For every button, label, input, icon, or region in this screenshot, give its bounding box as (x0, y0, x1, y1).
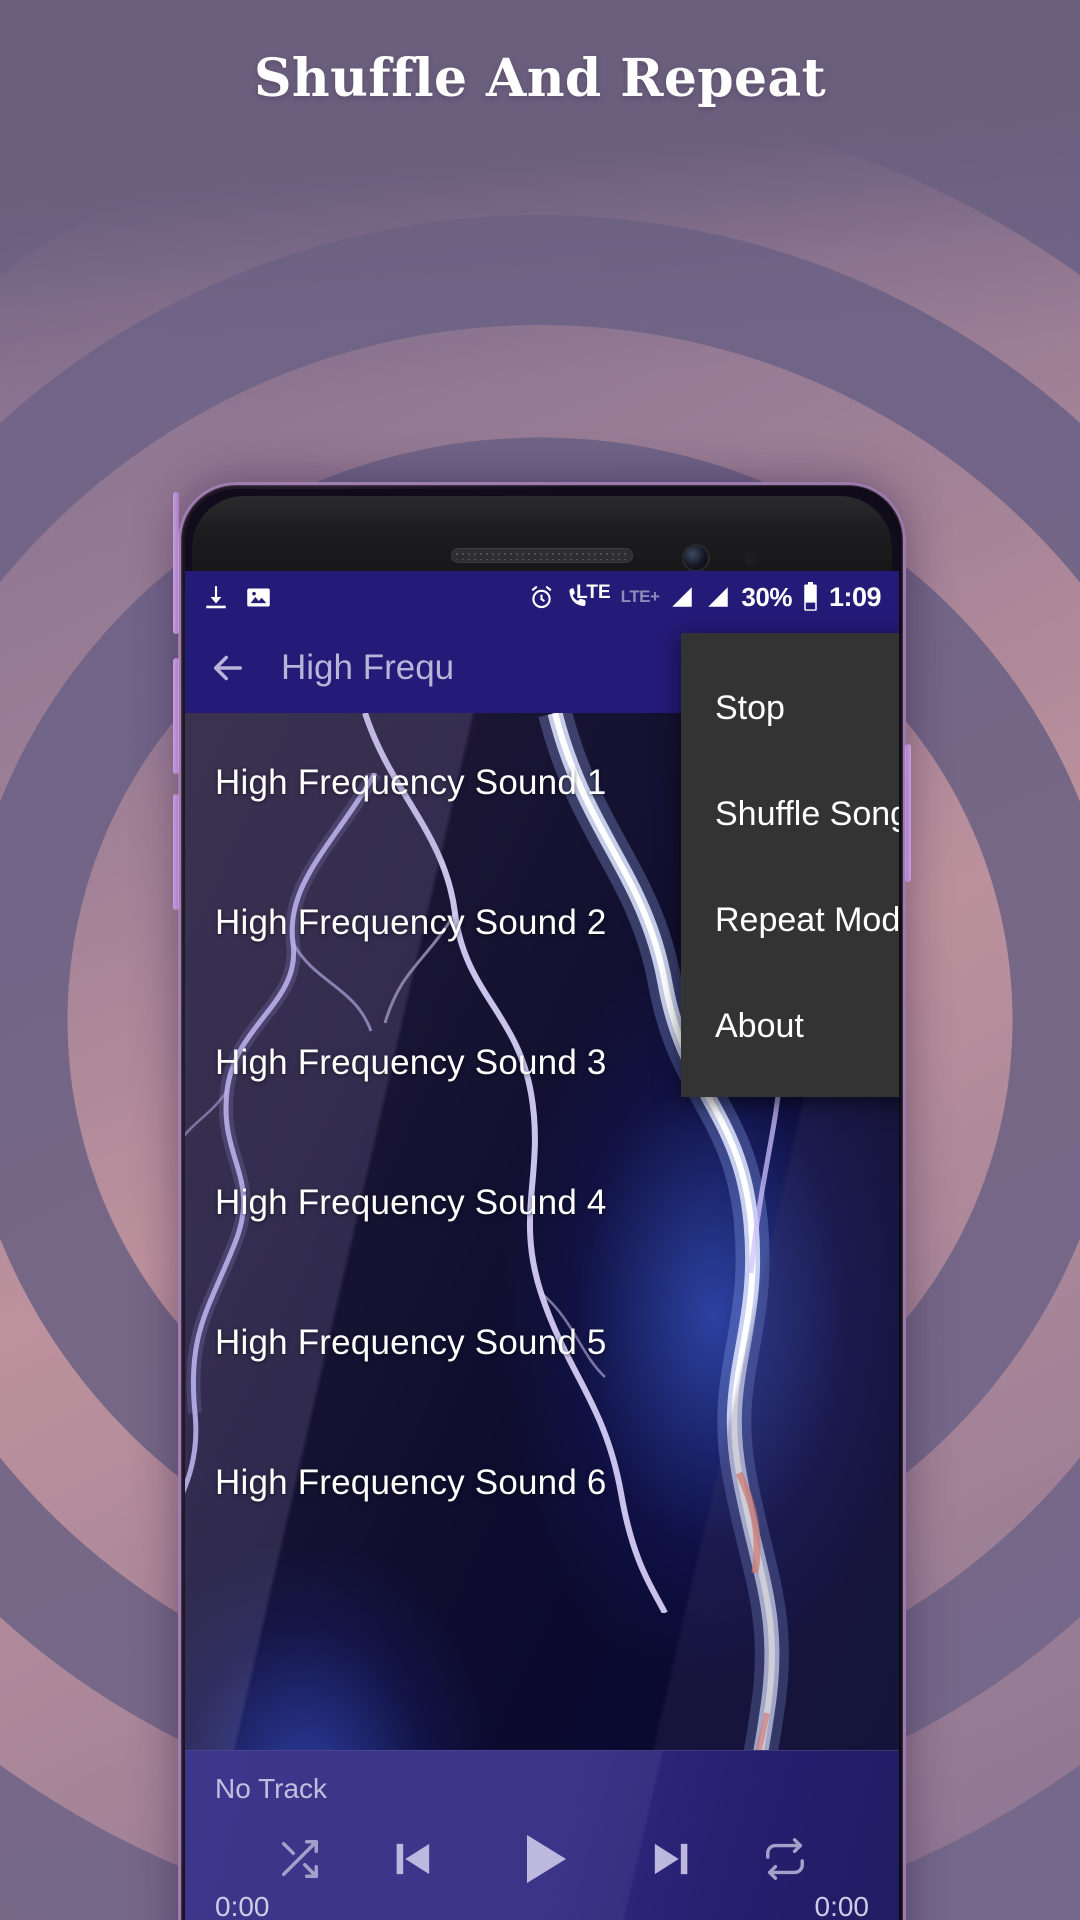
back-arrow-icon[interactable] (197, 637, 259, 699)
play-icon[interactable] (506, 1823, 578, 1895)
menu-item-shuffle-songs[interactable]: Shuffle Songs (681, 761, 899, 867)
lte-plus-label: LTE+ (620, 587, 660, 606)
bixby-button[interactable] (173, 492, 179, 634)
total-time-label: 0:00 (814, 1891, 870, 1920)
volume-up-button[interactable] (173, 658, 179, 774)
menu-item-about[interactable]: About (681, 973, 899, 1079)
elapsed-time-label: 0:00 (215, 1891, 270, 1920)
screen-content: LTE LTE+ 30% 1:09 High Frequ High Freque… (185, 571, 899, 1920)
status-bar-left (203, 583, 272, 611)
overflow-menu[interactable]: Stop Shuffle Songs Repeat Mode About (681, 633, 899, 1097)
page-title: Shuffle And Repeat (253, 48, 827, 109)
player-bar: No Track 0:00 0:00 (185, 1750, 899, 1920)
list-item-label: High Frequency Sound 3 (215, 1043, 607, 1082)
list-item[interactable]: High Frequency Sound 4 (185, 1133, 899, 1273)
menu-item-label: Stop (715, 688, 785, 727)
alarm-icon (528, 584, 555, 611)
track-title-label: No Track (215, 1773, 328, 1804)
list-item-label: High Frequency Sound 2 (215, 903, 607, 942)
shuffle-icon[interactable] (276, 1836, 322, 1882)
list-item-label: High Frequency Sound 4 (215, 1183, 607, 1222)
list-item[interactable]: High Frequency Sound 5 (185, 1273, 899, 1413)
phone-mockup: LTE LTE+ 30% 1:09 High Frequ High Freque… (173, 482, 911, 1920)
earpiece-mesh (454, 551, 630, 560)
download-icon (203, 583, 229, 611)
earpiece-speaker-icon (451, 548, 633, 563)
menu-item-label: About (715, 1006, 804, 1045)
volume-down-button[interactable] (173, 794, 179, 910)
signal-bar-icon-1 (669, 584, 695, 610)
call-lte-icon: LTE (565, 582, 611, 611)
menu-item-label: Shuffle Songs (715, 794, 899, 833)
list-item-label: High Frequency Sound 6 (215, 1463, 607, 1502)
menu-item-label: Repeat Mode (715, 900, 899, 939)
transport-controls (185, 1823, 899, 1895)
app-bar-title: High Frequ (281, 648, 455, 687)
phone-top-bezel (192, 496, 892, 578)
list-item-label: High Frequency Sound 1 (215, 763, 607, 802)
battery-icon (802, 582, 819, 612)
list-item-label: High Frequency Sound 5 (215, 1323, 607, 1362)
next-icon[interactable] (644, 1833, 696, 1885)
battery-percent-label: 30% (741, 581, 792, 612)
menu-item-repeat-mode[interactable]: Repeat Mode (681, 867, 899, 973)
clock-label: 1:09 (828, 581, 882, 612)
repeat-icon[interactable] (762, 1836, 808, 1882)
menu-item-stop[interactable]: Stop (681, 655, 899, 761)
proximity-sensor-icon (744, 552, 758, 566)
status-bar: LTE LTE+ 30% 1:09 (185, 571, 899, 623)
list-item[interactable]: High Frequency Sound 6 (185, 1413, 899, 1553)
status-bar-right: LTE LTE+ 30% 1:09 (528, 581, 882, 613)
signal-bar-icon-2 (705, 584, 731, 610)
power-button[interactable] (905, 744, 911, 882)
lte-label: LTE (576, 581, 611, 603)
front-camera-icon (684, 546, 708, 570)
previous-icon[interactable] (388, 1833, 440, 1885)
image-icon (245, 584, 272, 611)
phone-screen: LTE LTE+ 30% 1:09 High Frequ High Freque… (185, 489, 899, 1920)
